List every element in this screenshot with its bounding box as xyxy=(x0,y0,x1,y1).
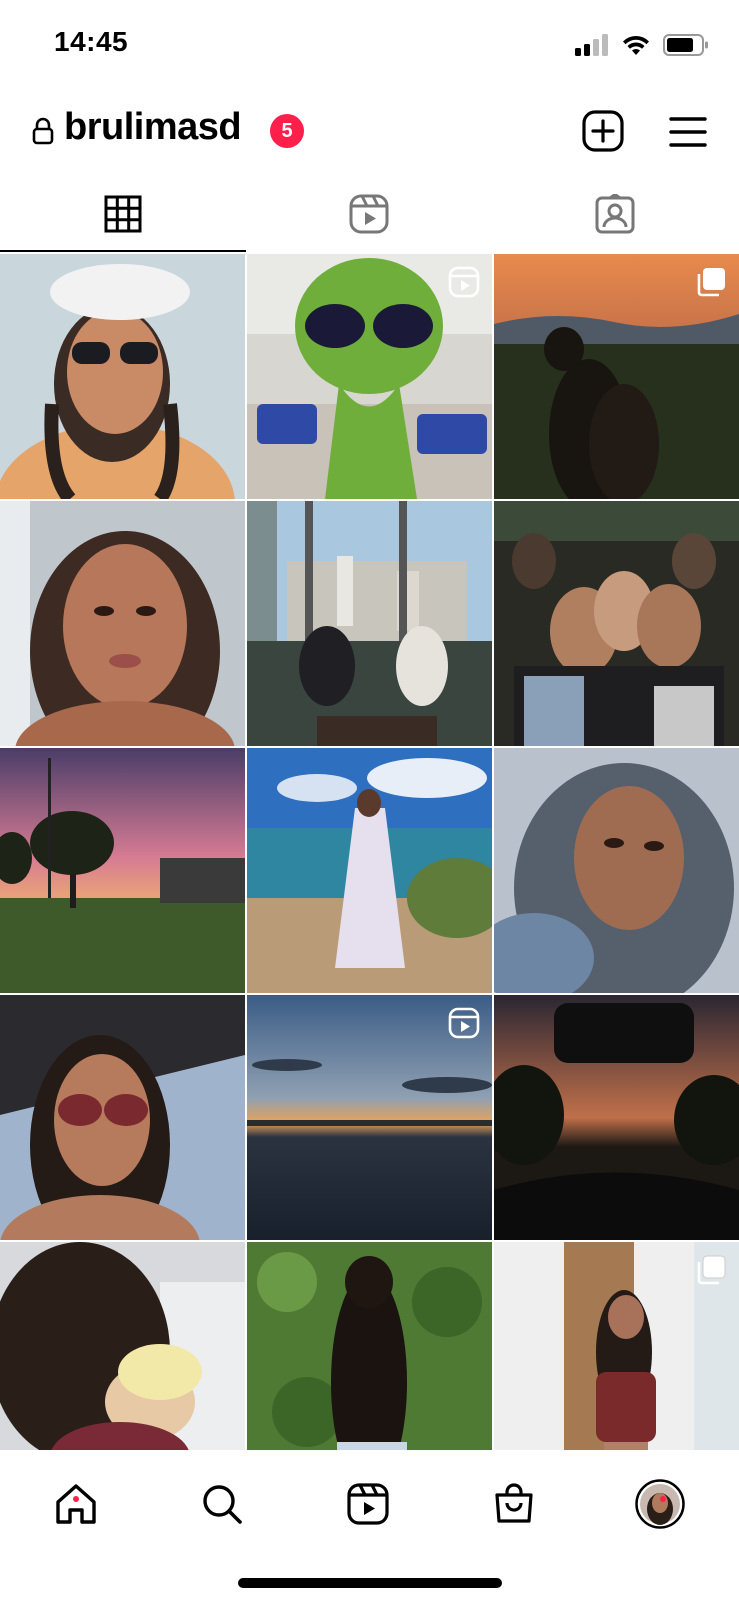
post-thumbnail xyxy=(247,501,492,746)
post-tile[interactable] xyxy=(494,254,739,499)
create-post-button[interactable] xyxy=(582,110,624,152)
post-tile[interactable] xyxy=(247,254,492,499)
notification-badge[interactable]: 5 xyxy=(270,114,304,148)
profile-notification-dot xyxy=(660,1496,666,1502)
post-thumbnail xyxy=(0,254,245,499)
profile-tabs xyxy=(0,176,739,252)
search-icon xyxy=(203,1485,242,1524)
carousel-badge-icon xyxy=(697,1255,726,1285)
tagged-person-icon xyxy=(595,194,635,234)
posts-grid xyxy=(0,254,739,1450)
post-thumbnail xyxy=(0,501,245,746)
reel-badge-icon xyxy=(448,1007,480,1039)
post-thumbnail xyxy=(0,748,245,993)
reels-icon xyxy=(347,1483,389,1525)
profile-header: brulimasd 5 xyxy=(0,92,739,172)
post-tile[interactable] xyxy=(247,1242,492,1450)
post-tile[interactable] xyxy=(247,995,492,1240)
nav-home[interactable] xyxy=(46,1474,106,1534)
active-tab-indicator xyxy=(0,250,246,252)
post-thumbnail xyxy=(247,1242,492,1450)
nav-shop[interactable] xyxy=(484,1474,544,1534)
nav-reels[interactable] xyxy=(338,1474,398,1534)
post-tile[interactable] xyxy=(494,748,739,993)
menu-button[interactable] xyxy=(668,112,708,152)
post-thumbnail xyxy=(494,748,739,993)
post-thumbnail xyxy=(494,995,739,1240)
post-tile[interactable] xyxy=(494,995,739,1240)
home-indicator xyxy=(238,1578,502,1588)
post-tile[interactable] xyxy=(0,995,245,1240)
profile-avatar xyxy=(635,1479,685,1529)
battery-icon xyxy=(663,34,708,56)
reel-badge-icon xyxy=(448,266,480,298)
nav-search[interactable] xyxy=(192,1474,252,1534)
lock-icon xyxy=(32,117,54,145)
post-tile[interactable] xyxy=(247,501,492,746)
post-thumbnail xyxy=(494,501,739,746)
post-tile[interactable] xyxy=(0,254,245,499)
reels-icon xyxy=(349,194,389,234)
grid-icon xyxy=(104,195,142,233)
status-bar: 14:45 xyxy=(0,0,739,88)
post-tile[interactable] xyxy=(0,1242,245,1450)
nav-profile[interactable] xyxy=(630,1474,690,1534)
status-time: 14:45 xyxy=(54,26,129,57)
cellular-signal-icon xyxy=(575,34,608,56)
shopping-bag-icon xyxy=(495,1483,533,1523)
carousel-badge-icon xyxy=(697,268,725,297)
tab-reels[interactable] xyxy=(246,176,492,252)
post-tile[interactable] xyxy=(247,748,492,993)
username-switcher[interactable]: brulimasd xyxy=(64,106,242,149)
post-tile[interactable] xyxy=(494,1242,739,1450)
home-icon xyxy=(56,1484,96,1524)
post-tile[interactable] xyxy=(494,501,739,746)
tab-tagged[interactable] xyxy=(492,176,738,252)
post-tile[interactable] xyxy=(0,748,245,993)
status-icons xyxy=(575,30,709,60)
post-thumbnail xyxy=(0,1242,245,1450)
post-thumbnail xyxy=(247,748,492,993)
tab-posts-grid[interactable] xyxy=(0,176,246,252)
home-notification-dot xyxy=(73,1496,79,1502)
post-tile[interactable] xyxy=(0,501,245,746)
post-thumbnail xyxy=(0,995,245,1240)
wifi-icon xyxy=(623,35,649,55)
